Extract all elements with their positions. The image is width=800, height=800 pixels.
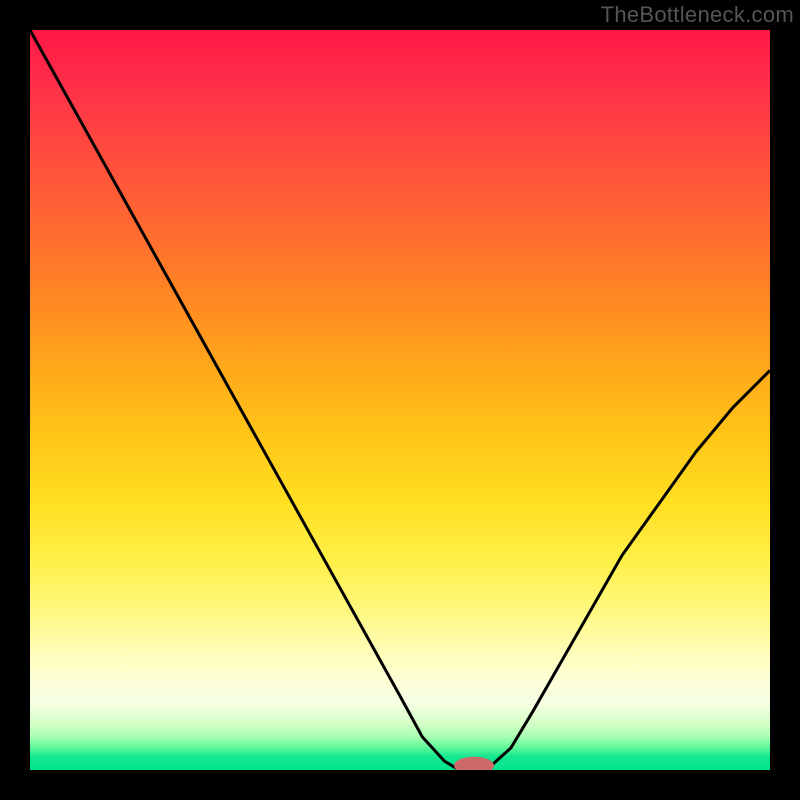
watermark-text: TheBottleneck.com (601, 2, 794, 28)
plot-area (30, 30, 770, 770)
bottleneck-curve (30, 30, 770, 770)
optimum-marker (454, 757, 494, 770)
chart-container: TheBottleneck.com (0, 0, 800, 800)
chart-svg (30, 30, 770, 770)
